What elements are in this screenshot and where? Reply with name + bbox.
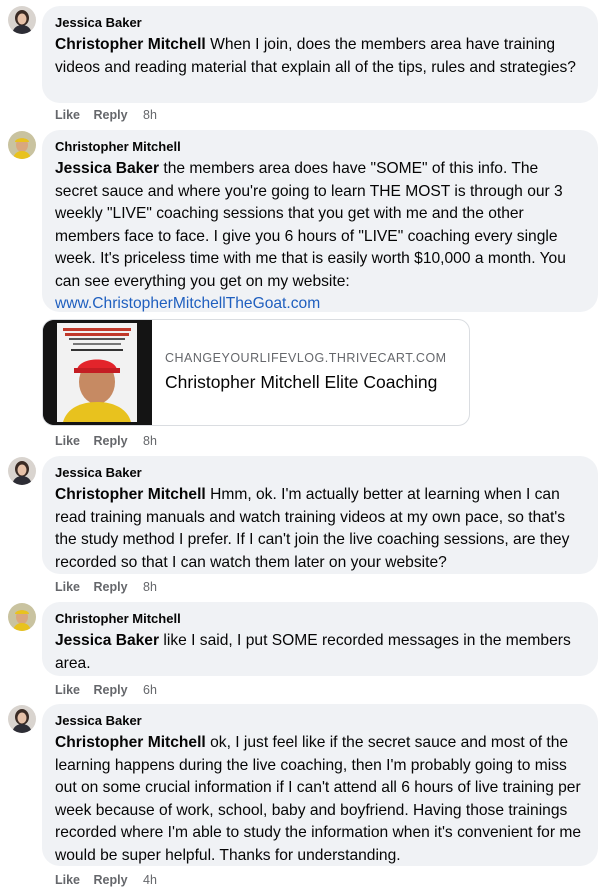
mention[interactable]: Christopher Mitchell — [55, 486, 206, 503]
like-button[interactable]: Like — [55, 873, 80, 887]
comment-author[interactable]: Jessica Baker — [55, 464, 584, 481]
link-preview-title: Christopher Mitchell Elite Coaching — [165, 372, 438, 392]
reply-button[interactable]: Reply — [94, 434, 128, 448]
avatar-jessica-baker[interactable] — [8, 457, 36, 485]
comment-bubble: Jessica Baker Christopher Mitchell Hmm, … — [42, 456, 598, 574]
comment-author[interactable]: Christopher Mitchell — [55, 138, 584, 155]
mention[interactable]: Christopher Mitchell — [55, 734, 206, 751]
comment-bubble: Christopher Mitchell Jessica Baker like … — [42, 602, 598, 676]
reply-button[interactable]: Reply — [94, 683, 128, 697]
like-button[interactable]: Like — [55, 683, 80, 697]
website-link[interactable]: www.ChristopherMitchellTheGoat.com — [55, 295, 320, 312]
comment-author[interactable]: Christopher Mitchell — [55, 610, 584, 627]
comment-timestamp[interactable]: 8h — [143, 580, 157, 594]
comment-text: Jessica Baker like I said, I put SOME re… — [55, 630, 584, 675]
reply-button[interactable]: Reply — [94, 108, 128, 122]
comment-timestamp[interactable]: 8h — [143, 434, 157, 448]
comment-body: the members area does have "SOME" of thi… — [55, 160, 566, 290]
like-button[interactable]: Like — [55, 434, 80, 448]
comment-timestamp[interactable]: 4h — [143, 873, 157, 887]
comment-text: Christopher Mitchell ok, I just feel lik… — [55, 732, 584, 867]
like-button[interactable]: Like — [55, 108, 80, 122]
reply-button[interactable]: Reply — [94, 873, 128, 887]
comment-timestamp[interactable]: 8h — [143, 108, 157, 122]
comment-text: Christopher Mitchell Hmm, ok. I'm actual… — [55, 484, 584, 574]
comment-actions: Like Reply 6h — [55, 682, 167, 698]
avatar-jessica-baker[interactable] — [8, 6, 36, 34]
comment-actions: Like Reply 8h — [55, 107, 167, 123]
comment-bubble: Christopher Mitchell Jessica Baker the m… — [42, 130, 598, 312]
comment-actions: Like Reply 4h — [55, 872, 167, 888]
comment-text: Jessica Baker the members area does have… — [55, 158, 584, 316]
link-preview-domain: CHANGEYOURLIFEVLOG.THRIVECART.COM — [165, 351, 447, 365]
mention[interactable]: Jessica Baker — [55, 160, 159, 177]
comment-bubble: Jessica Baker Christopher Mitchell When … — [42, 6, 598, 103]
comment-actions: Like Reply 8h — [55, 579, 167, 595]
avatar-christopher-mitchell[interactable] — [8, 603, 36, 631]
comment-body: ok, I just feel like if the secret sauce… — [55, 734, 582, 864]
comment-actions: Like Reply 8h — [55, 433, 167, 449]
link-preview-thumbnail — [43, 320, 152, 425]
like-button[interactable]: Like — [55, 580, 80, 594]
comment-bubble: Jessica Baker Christopher Mitchell ok, I… — [42, 704, 598, 866]
mention[interactable]: Jessica Baker — [55, 632, 159, 649]
comment-timestamp[interactable]: 6h — [143, 683, 157, 697]
avatar-jessica-baker[interactable] — [8, 705, 36, 733]
mention[interactable]: Christopher Mitchell — [55, 36, 206, 53]
reply-button[interactable]: Reply — [94, 580, 128, 594]
comment-text: Christopher Mitchell When I join, does t… — [55, 34, 584, 79]
avatar-christopher-mitchell[interactable] — [8, 131, 36, 159]
link-preview-card[interactable]: CHANGEYOURLIFEVLOG.THRIVECART.COM Christ… — [42, 319, 470, 426]
comment-author[interactable]: Jessica Baker — [55, 712, 584, 729]
comment-author[interactable]: Jessica Baker — [55, 14, 584, 31]
